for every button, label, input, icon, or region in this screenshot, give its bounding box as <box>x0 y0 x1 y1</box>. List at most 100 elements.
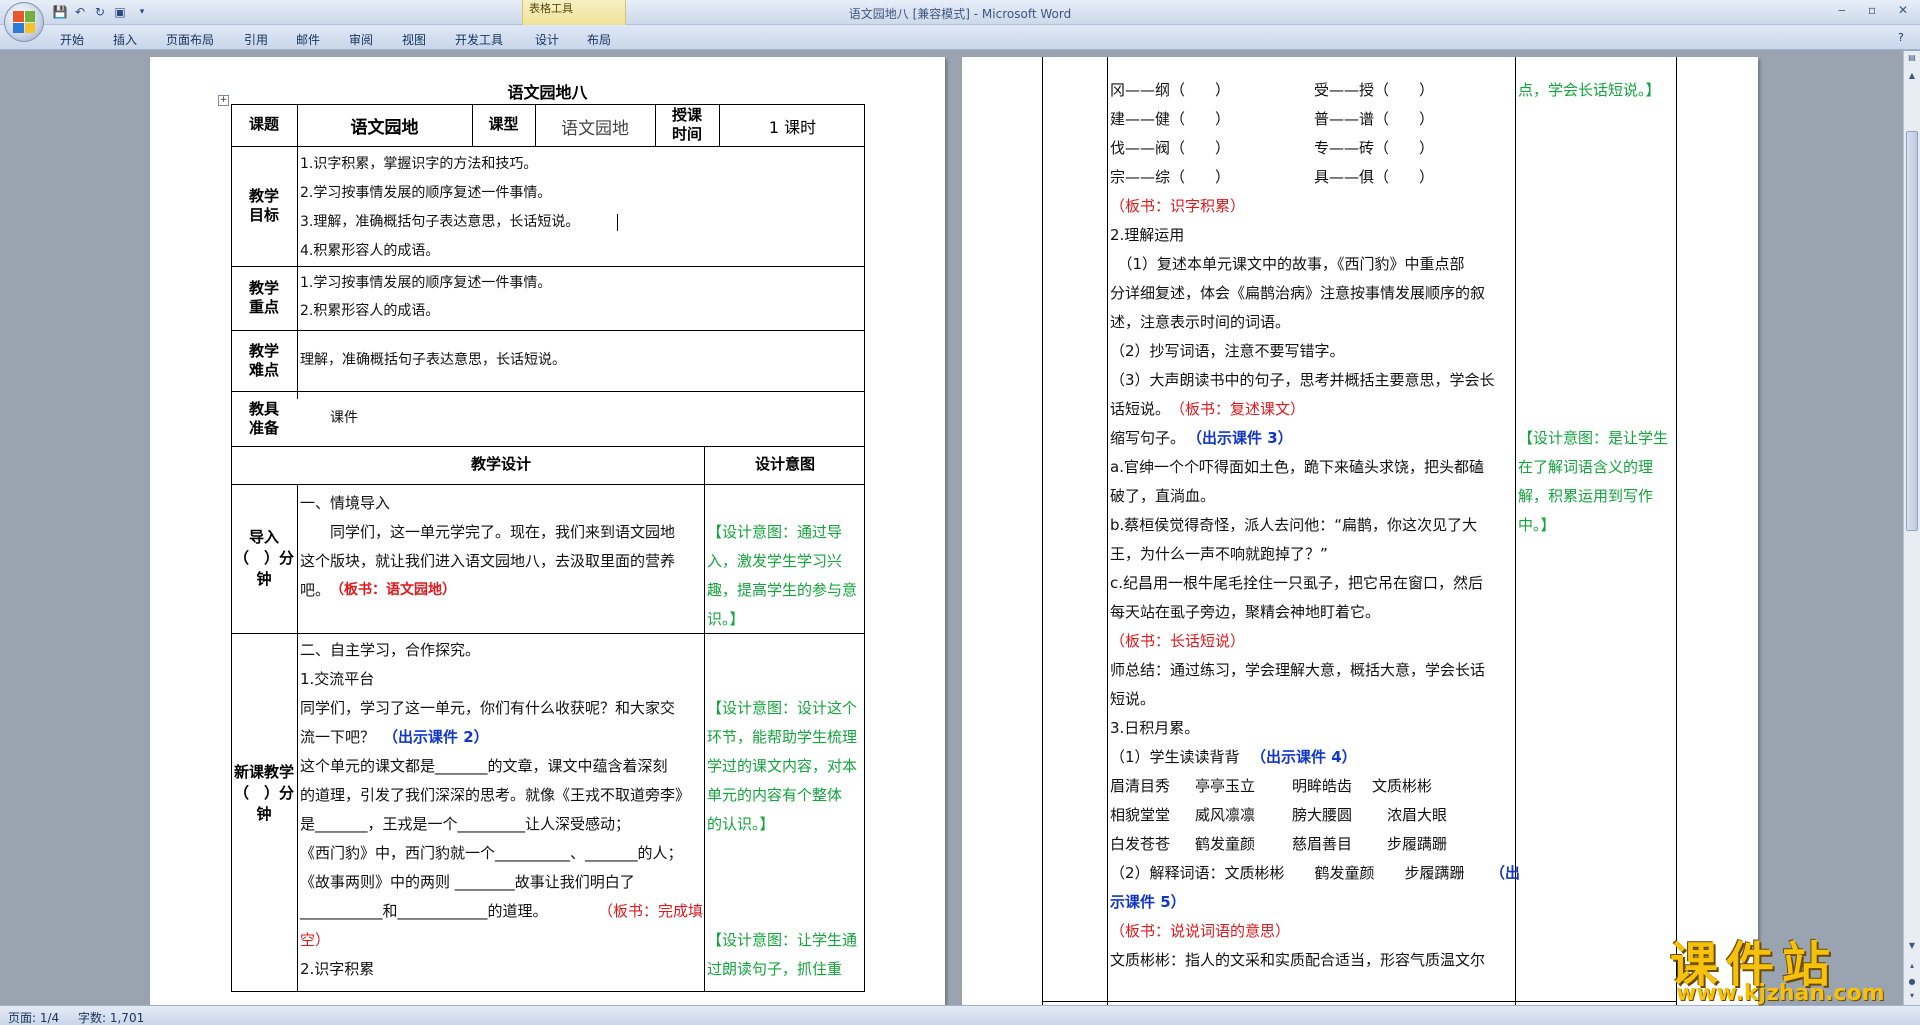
table-rule <box>231 146 865 147</box>
idiom: 眉清目秀 <box>1110 777 1171 795</box>
idiom: 威风凛凛 <box>1195 806 1256 824</box>
table-rule <box>231 330 865 331</box>
watermark-url: www.kjzhan.com <box>1676 981 1885 1006</box>
intent-line: 过朗读句子，抓住重 <box>707 960 843 978</box>
page-indicator[interactable]: 页面: 1/4 <box>8 1009 59 1025</box>
tab-page-layout[interactable]: 页面布局 <box>166 31 214 48</box>
table-rule <box>231 446 865 447</box>
tools-label: 教具准备 <box>248 400 279 437</box>
office-button[interactable] <box>4 2 44 42</box>
char-pair: 宗——综（ ） <box>1110 168 1231 186</box>
table-rule <box>297 104 298 399</box>
close-button[interactable]: ✕ <box>1898 3 1908 17</box>
intro-line: 吧。 <box>300 581 331 599</box>
idiom: 慈眉善目 <box>1292 835 1353 853</box>
header-time-value: 1 课时 <box>768 118 817 137</box>
intent-line: 在了解词语含义的理 <box>1518 458 1654 476</box>
tab-design[interactable]: 设计 <box>535 31 559 48</box>
tab-references[interactable]: 引用 <box>244 31 268 48</box>
table-rule <box>704 446 705 992</box>
idiom: 白发苍苍 <box>1110 835 1171 853</box>
scroll-up-icon[interactable]: ▲ <box>1906 71 1918 85</box>
intro-line: 同学们，这一单元学完了。现在，我们来到语文园地 <box>300 523 676 541</box>
design-header: 教学设计 <box>470 455 531 473</box>
body-line: （1）学生读读背背 <box>1110 748 1240 766</box>
body-line: （2）解释词语：文质彬彬 鹤发童颜 步履蹒跚 <box>1110 864 1465 882</box>
status-bar: 页面: 1/4 字数: 1,701 <box>0 1005 1920 1025</box>
body-line: 王，为什么一声不响就跑掉了？” <box>1110 545 1328 563</box>
header-topic-value: 语文园地 <box>350 118 419 138</box>
document-page-2[interactable]: 冈——纲（ ） 受——授（ ） 建——健（ ） 普——谱（ ） 伐——阀（ ） … <box>962 57 1758 1005</box>
body-line: 短说。 <box>1110 690 1156 708</box>
lesson-title: 语文园地八 <box>507 83 588 102</box>
header-time-label: 授课时间 <box>671 106 702 143</box>
restore-button[interactable]: ▫ <box>1868 3 1876 17</box>
courseware-note: 示课件 5） <box>1110 893 1186 911</box>
goals-label: 教学目标 <box>248 187 279 224</box>
help-icon[interactable]: ? <box>1898 31 1904 44</box>
tab-home[interactable]: 开始 <box>60 31 84 48</box>
body-line: c.纪昌用一根牛尾毛拴住一只虱子，把它吊在窗口，然后 <box>1110 574 1484 592</box>
goal-line-1: 1.识字积累，掌握识字的方法和技巧。 <box>300 156 538 172</box>
new-line: 同学们，学习了这一单元，你们有什么收获呢？和大家交 <box>300 699 676 717</box>
table-rule <box>655 104 656 146</box>
intent-line: 识。】 <box>707 610 745 628</box>
focus-label: 教学重点 <box>248 279 279 316</box>
board-note: （板书：复述课文） <box>1170 400 1306 418</box>
board-note: （板书：说说词语的意思） <box>1110 922 1291 940</box>
tab-review[interactable]: 审阅 <box>349 31 373 48</box>
body-line: 述，注意表示时间的词语。 <box>1110 313 1291 331</box>
minimize-button[interactable]: ‒ <box>1838 3 1846 17</box>
intent-line: 学过的课文内容，对本 <box>707 757 858 775</box>
courseware-note: （出示课件 2） <box>383 728 489 746</box>
table-rule <box>231 391 865 392</box>
char-pair: 冈——纲（ ） <box>1110 81 1231 99</box>
body-line: 每天站在虱子旁边，聚精会神地盯着它。 <box>1110 603 1381 621</box>
table-move-handle-icon[interactable]: + <box>218 95 229 106</box>
table-rule <box>231 266 865 267</box>
body-line: 文质彬彬：指人的文采和实质配合适当，形容气质温文尔 <box>1110 951 1486 969</box>
tab-developer[interactable]: 开发工具 <box>455 31 503 48</box>
body-line: （2）抄写词语，注意不要写错字。 <box>1110 342 1345 360</box>
focus-line-2: 2.积累形容人的成语。 <box>300 303 440 319</box>
new-line: ___________和____________的道理。 <box>300 902 548 920</box>
new-line: 1.交流平台 <box>300 670 375 688</box>
scroll-thumb[interactable] <box>1906 131 1918 531</box>
body-line: 师总结：通过练习，学会理解大意，概括大意，学会长话 <box>1110 661 1486 679</box>
tab-layout[interactable]: 布局 <box>587 31 611 48</box>
body-line: b.蔡桓侯觉得奇怪，派人去问他：“扁鹊，你这次见了大 <box>1110 516 1478 534</box>
intent-line: 环节，能帮助学生梳理 <box>707 728 858 746</box>
table-rule <box>1042 57 1043 1005</box>
body-line: 分详细复述，体会《扁鹊治病》注意按事情发展顺序的叙 <box>1110 284 1486 302</box>
new-line: 2.识字积累 <box>300 960 375 978</box>
window-title: 语文园地八 [兼容模式] - Microsoft Word <box>848 7 1072 21</box>
document-workspace: 语文园地八 + 课题 语文园地 课型 语文园地 授课时间 1 课时 教学目标 1… <box>0 51 1903 1005</box>
tab-insert[interactable]: 插入 <box>113 31 137 48</box>
difficulty-line: 理解，准确概括句子表达意思，长话短说。 <box>300 352 566 368</box>
word-count[interactable]: 字数: 1,701 <box>78 1009 144 1025</box>
office-logo-icon <box>13 11 35 33</box>
intent-header: 设计意图 <box>754 455 815 473</box>
table-rule <box>1107 57 1108 1005</box>
board-note: 空） <box>300 931 331 949</box>
courseware-note: （出 <box>1490 864 1521 882</box>
vertical-scrollbar[interactable]: ▤ ▲ ▼ ▴ ● ▾ <box>1903 51 1920 1005</box>
document-page-1[interactable]: 语文园地八 + 课题 语文园地 课型 语文园地 授课时间 1 课时 教学目标 1… <box>150 57 945 1005</box>
text-cursor <box>617 214 618 231</box>
tab-view[interactable]: 视图 <box>402 31 426 48</box>
courseware-note: （出示课件 4） <box>1251 748 1357 766</box>
goal-line-4: 4.积累形容人的成语。 <box>300 243 440 259</box>
new-line: 这个单元的课文都是_______的文章，课文中蕴含着深刻 <box>300 757 668 775</box>
header-type-value: 语文园地 <box>561 119 629 139</box>
char-pair: 具——俱（ ） <box>1314 168 1435 186</box>
ribbon-tab-bar: 开始 插入 页面布局 引用 邮件 审阅 视图 开发工具 设计 布局 ? <box>0 25 1920 50</box>
tab-mailings[interactable]: 邮件 <box>296 31 320 48</box>
ruler-toggle-icon[interactable]: ▤ <box>1906 53 1918 67</box>
body-line: （3）大声朗读书中的句子，思考并概括主要意思，学会长 <box>1110 371 1495 389</box>
idiom: 膀大腰圆 <box>1292 806 1353 824</box>
new-line: 的道理，引发了我们深深的思考。就像《王戎不取道旁李》 <box>300 786 691 804</box>
table-rule <box>231 633 865 634</box>
header-topic-label: 课题 <box>248 115 279 133</box>
idiom: 文质彬彬 <box>1372 777 1433 795</box>
intent-line: 【设计意图：设计这个 <box>707 699 858 717</box>
